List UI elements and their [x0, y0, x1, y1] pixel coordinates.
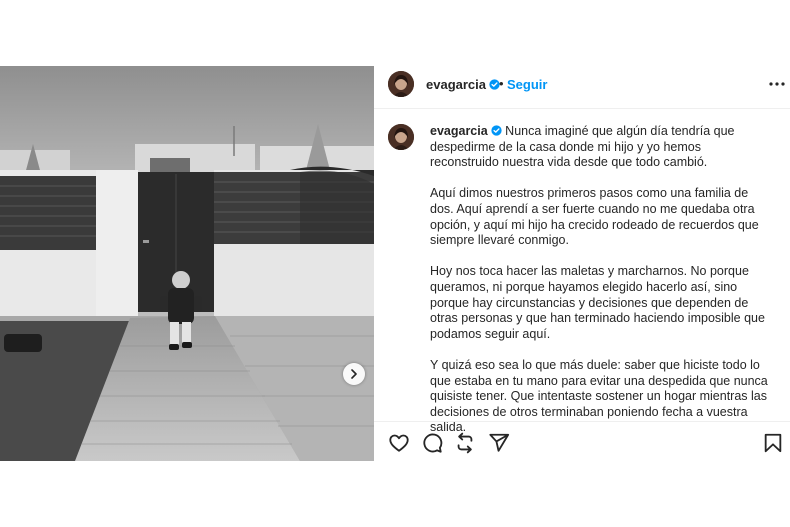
- avatar[interactable]: [388, 124, 414, 150]
- repost-icon: [457, 432, 473, 454]
- verified-badge-icon: [491, 125, 502, 136]
- post-header: evagarcia • Seguir: [374, 66, 790, 109]
- caption-section: evagarcia Nunca imaginé que algún día te…: [374, 110, 790, 434]
- more-options-button[interactable]: [766, 74, 788, 94]
- bookmark-icon: [764, 433, 782, 453]
- next-image-button[interactable]: [343, 363, 365, 385]
- heart-icon: [389, 434, 409, 452]
- follow-button[interactable]: Seguir: [507, 77, 547, 92]
- share-button[interactable]: [488, 432, 510, 454]
- caption-paragraph: evagarcia Nunca imaginé que algún día te…: [430, 124, 770, 171]
- separator-dot: •: [499, 76, 504, 91]
- post-media[interactable]: [0, 66, 374, 461]
- more-options-icon: [769, 82, 785, 86]
- caption-paragraph: Hoy nos toca hacer las maletas y marchar…: [430, 264, 765, 341]
- profile-picture: [388, 124, 414, 150]
- caption-username[interactable]: evagarcia: [430, 124, 502, 138]
- post-panel: evagarcia • Seguir evagarcia Nunca imagi…: [374, 66, 790, 461]
- username-text: evagarcia: [426, 77, 486, 92]
- username-link[interactable]: evagarcia: [426, 77, 500, 92]
- like-button[interactable]: [388, 432, 410, 454]
- profile-picture: [388, 71, 414, 97]
- repost-button[interactable]: [454, 432, 476, 454]
- send-icon: [489, 433, 510, 452]
- post-caption: evagarcia Nunca imaginé que algún día te…: [430, 124, 770, 451]
- comment-button[interactable]: [421, 432, 443, 454]
- post-photo: [0, 66, 374, 461]
- save-button[interactable]: [762, 432, 784, 454]
- action-bar: [374, 421, 790, 461]
- chevron-right-icon: [351, 369, 357, 379]
- comment-icon: [423, 433, 443, 453]
- avatar[interactable]: [388, 71, 414, 97]
- caption-paragraph: Aquí dimos nuestros primeros pasos como …: [430, 186, 759, 248]
